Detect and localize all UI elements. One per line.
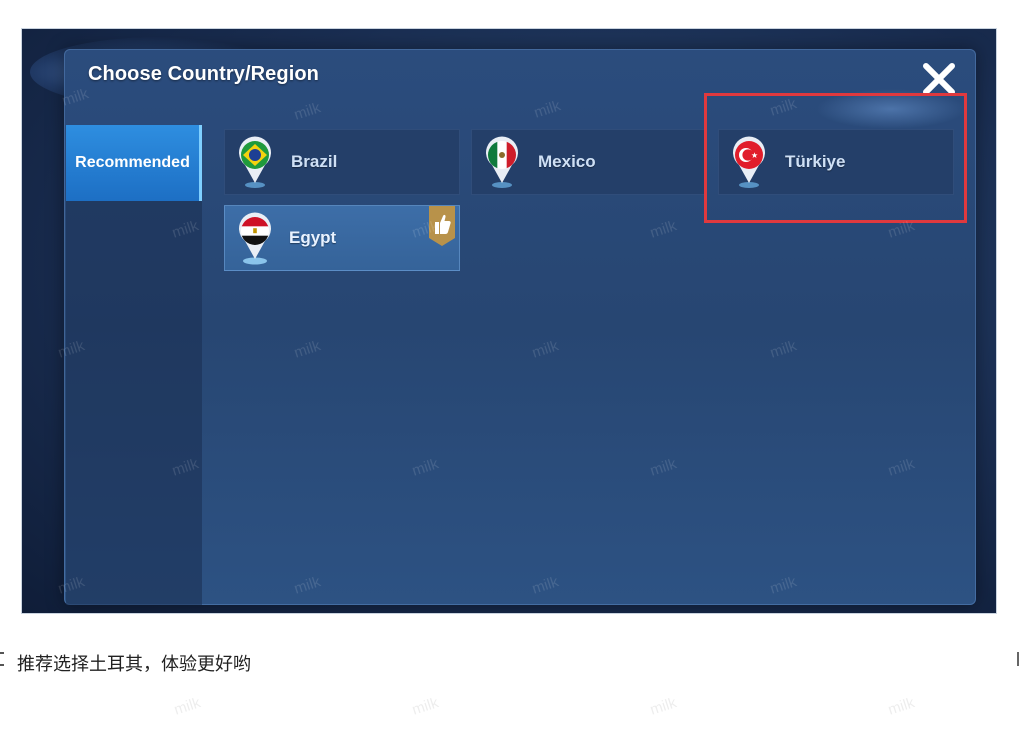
tab-recommended-label: Recommended bbox=[75, 154, 190, 171]
region-item-brazil[interactable]: Brazil bbox=[224, 129, 460, 195]
edge-mark bbox=[0, 652, 4, 666]
thumbs-up-icon bbox=[429, 206, 455, 246]
region-item-egypt[interactable]: Egypt bbox=[224, 205, 460, 271]
close-button[interactable] bbox=[919, 59, 959, 99]
region-label-egypt: Egypt bbox=[289, 228, 337, 247]
region-item-turkiye[interactable]: Türkiye bbox=[718, 129, 954, 195]
game-screenshot: Choose Country/Region Recommended Brazil bbox=[21, 28, 997, 614]
watermark: milk bbox=[648, 694, 679, 719]
mexico-flag-icon bbox=[486, 136, 518, 188]
region-item-mexico[interactable]: Mexico bbox=[471, 129, 707, 195]
brazil-flag-icon bbox=[239, 136, 271, 188]
tab-recommended[interactable]: Recommended bbox=[66, 125, 202, 201]
turkiye-flag-icon bbox=[733, 136, 765, 188]
edge-mark bbox=[1017, 652, 1021, 666]
dialog-title: Choose Country/Region bbox=[88, 63, 319, 85]
watermark: milk bbox=[172, 694, 203, 719]
region-label-brazil: Brazil bbox=[291, 152, 338, 171]
close-icon bbox=[923, 63, 955, 95]
watermark: milk bbox=[886, 694, 917, 719]
caption-text: 推荐选择土耳其，体验更好哟 bbox=[17, 654, 251, 675]
egypt-flag-icon bbox=[239, 212, 271, 265]
region-label-turkiye: Türkiye bbox=[785, 152, 846, 171]
region-label-mexico: Mexico bbox=[538, 152, 596, 171]
watermark: milk bbox=[410, 694, 441, 719]
